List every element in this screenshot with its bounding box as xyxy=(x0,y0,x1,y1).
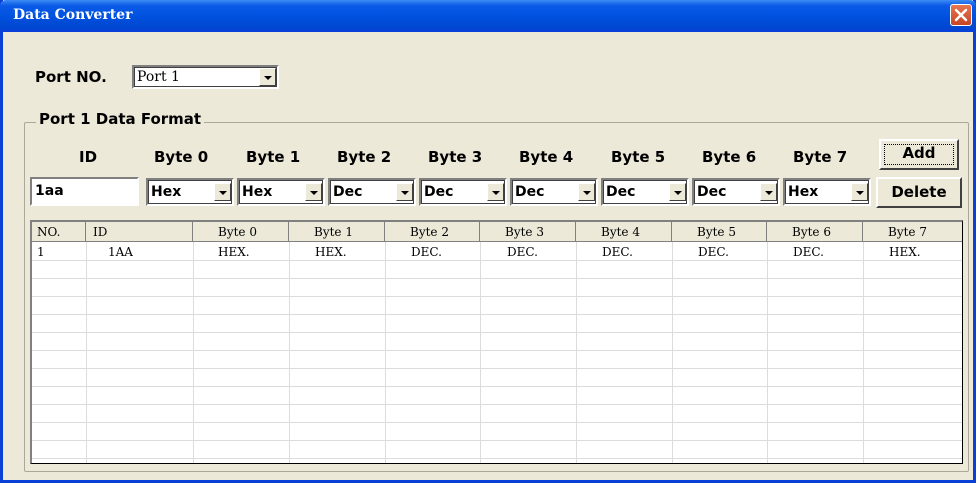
byte-0-format-select[interactable]: Hex xyxy=(146,178,234,206)
byte-format-value: Hex xyxy=(788,184,819,200)
chevron-down-icon[interactable] xyxy=(396,183,413,201)
column-header[interactable]: Byte 3 xyxy=(480,222,576,242)
byte-1-format-select[interactable]: Hex xyxy=(237,178,325,206)
byte-format-value: Dec xyxy=(697,184,727,200)
group-title: Port 1 Data Format xyxy=(36,110,205,128)
column-header[interactable]: Byte 7 xyxy=(863,222,962,242)
close-button[interactable] xyxy=(950,4,972,26)
byte-header: Byte 2 xyxy=(337,148,392,166)
byte-format-value: Dec xyxy=(606,184,636,200)
table-cell: HEX. xyxy=(315,245,347,259)
column-header[interactable]: Byte 0 xyxy=(193,222,289,242)
byte-5-format-select[interactable]: Dec xyxy=(601,178,689,206)
table-cell: 1 xyxy=(37,245,45,259)
grid-line xyxy=(32,278,962,279)
table-cell: DEC. xyxy=(793,245,824,259)
grid-line xyxy=(32,440,962,441)
id-header: ID xyxy=(79,148,98,166)
grid-line xyxy=(767,242,768,463)
grid-line xyxy=(480,242,481,463)
grid-line xyxy=(385,242,386,463)
grid-line xyxy=(32,422,962,423)
grid-line xyxy=(193,242,194,463)
grid-line xyxy=(86,242,87,463)
grid-line xyxy=(32,350,962,351)
byte-3-format-select[interactable]: Dec xyxy=(419,178,507,206)
chevron-down-icon[interactable] xyxy=(487,183,504,201)
grid-line xyxy=(32,386,962,387)
chevron-down-icon[interactable] xyxy=(851,183,868,201)
chevron-down-icon[interactable] xyxy=(578,183,595,201)
title-bar[interactable]: Data Converter xyxy=(0,0,976,32)
column-header[interactable]: NO. xyxy=(32,222,86,242)
column-header[interactable]: Byte 1 xyxy=(289,222,385,242)
grid-line xyxy=(32,404,962,405)
column-header[interactable]: Byte 5 xyxy=(672,222,767,242)
column-header[interactable]: ID xyxy=(86,222,193,242)
id-input-value: 1aa xyxy=(35,183,64,199)
grid-line xyxy=(32,314,962,315)
byte-2-format-select[interactable]: Dec xyxy=(328,178,416,206)
column-header[interactable]: Byte 6 xyxy=(767,222,863,242)
grid-line xyxy=(32,368,962,369)
delete-button[interactable]: Delete xyxy=(876,177,962,208)
byte-header: Byte 6 xyxy=(702,148,757,166)
table-cell: 1AA xyxy=(108,245,133,259)
byte-header: Byte 3 xyxy=(428,148,483,166)
table-cell: HEX. xyxy=(218,245,250,259)
byte-format-value: Hex xyxy=(151,184,182,200)
close-icon xyxy=(954,8,968,22)
byte-format-value: Dec xyxy=(333,184,363,200)
byte-format-value: Hex xyxy=(242,184,273,200)
byte-header: Byte 7 xyxy=(793,148,848,166)
grid-line xyxy=(32,296,962,297)
data-table[interactable]: NO. ID Byte 0 Byte 1 Byte 2 Byte 3 Byte … xyxy=(30,220,963,464)
grid-line xyxy=(576,242,577,463)
grid-line xyxy=(32,332,962,333)
window-title: Data Converter xyxy=(13,7,133,23)
id-input[interactable]: 1aa xyxy=(30,177,139,206)
add-button[interactable]: Add xyxy=(879,139,959,170)
table-cell: DEC. xyxy=(411,245,442,259)
column-header[interactable]: Byte 4 xyxy=(576,222,672,242)
chevron-down-icon[interactable] xyxy=(669,183,686,201)
byte-4-format-select[interactable]: Dec xyxy=(510,178,598,206)
table-cell: DEC. xyxy=(507,245,538,259)
byte-7-format-select[interactable]: Hex xyxy=(783,178,871,206)
byte-header: Byte 0 xyxy=(154,148,209,166)
byte-header: Byte 1 xyxy=(246,148,301,166)
byte-header: Byte 4 xyxy=(519,148,574,166)
grid-line xyxy=(289,242,290,463)
chevron-down-icon[interactable] xyxy=(760,183,777,201)
table-cell: DEC. xyxy=(602,245,633,259)
table-cell: HEX. xyxy=(889,245,921,259)
grid-line xyxy=(32,260,962,261)
port-label: Port NO. xyxy=(35,68,107,86)
byte-format-value: Dec xyxy=(515,184,545,200)
byte-format-value: Dec xyxy=(424,184,454,200)
port-select-value: Port 1 xyxy=(137,69,180,85)
grid-line xyxy=(672,242,673,463)
grid-line xyxy=(863,242,864,463)
byte-header: Byte 5 xyxy=(611,148,666,166)
chevron-down-icon[interactable] xyxy=(305,183,322,201)
grid-line xyxy=(32,458,962,459)
port-select[interactable]: Port 1 xyxy=(132,65,279,89)
chevron-down-icon[interactable] xyxy=(214,183,231,201)
column-header[interactable]: Byte 2 xyxy=(385,222,480,242)
byte-6-format-select[interactable]: Dec xyxy=(692,178,780,206)
table-cell: DEC. xyxy=(698,245,729,259)
chevron-down-icon[interactable] xyxy=(259,68,276,86)
